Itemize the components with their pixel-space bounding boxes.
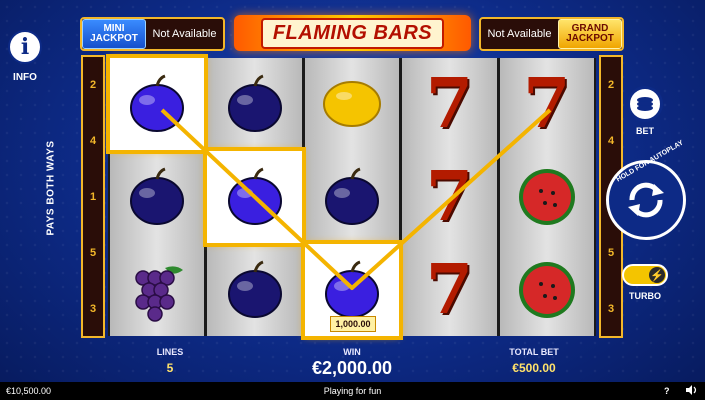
- seven-symbol-icon: 7: [523, 64, 571, 144]
- lines-stat: LINES 5: [140, 347, 200, 375]
- bet-button[interactable]: [627, 86, 663, 122]
- reel-symbol-cell: [305, 58, 399, 150]
- payline-number: 2: [89, 79, 97, 91]
- plum-symbol-icon: [325, 167, 380, 225]
- mini-jackpot-panel: MINI JACKPOT Not Available: [80, 17, 225, 51]
- spin-arrows-icon: [628, 182, 664, 218]
- bet-label: BET: [636, 126, 654, 136]
- win-value: €2,000.00: [311, 358, 393, 378]
- grapes-symbol-icon: [135, 266, 184, 322]
- grand-jackpot-badge: GRAND JACKPOT: [558, 19, 622, 49]
- reel-5: 7: [499, 58, 595, 336]
- reel-symbol-cell: [207, 58, 301, 150]
- reel-symbol-cell: [105, 54, 209, 154]
- reel-3: [300, 58, 404, 340]
- reel-symbol-cell: [500, 244, 594, 336]
- plum-symbol-icon: [325, 260, 380, 318]
- reel-symbol-cell: 7: [402, 58, 496, 150]
- reel-area: 7777: [105, 54, 596, 340]
- payline-column-left: 2 4 1 5 3: [81, 55, 105, 338]
- watermelon-symbol-icon: [518, 169, 575, 225]
- lightning-icon: ⚡: [649, 267, 665, 283]
- payline-number: 3: [607, 303, 615, 315]
- play-mode: Playing for fun: [323, 386, 382, 396]
- reel-symbol-cell: 7: [402, 151, 496, 243]
- win-amount-tag: 1,000.00: [330, 316, 376, 332]
- grand-jackpot-panel: GRAND JACKPOT Not Available: [479, 17, 624, 51]
- stats-bar: LINES 5 WIN €2,000.00 TOTAL BET €500.00: [0, 347, 705, 380]
- payline-number: 2: [607, 79, 615, 91]
- reel-4: 7 7 7: [402, 58, 497, 336]
- total-bet-value: €500.00: [512, 361, 556, 375]
- sound-icon[interactable]: [686, 385, 698, 397]
- plum-symbol-icon: [227, 260, 282, 318]
- info-icon: i: [20, 34, 30, 60]
- lemon-symbol-icon: [323, 81, 382, 127]
- plum-symbol-icon: [130, 167, 185, 225]
- seven-symbol-icon: 7: [425, 157, 474, 237]
- payline-number: 5: [607, 247, 615, 259]
- game-logo: FLAMING BARS: [234, 15, 471, 51]
- mini-jackpot-status: Not Available: [152, 28, 217, 40]
- payline-number: 5: [89, 247, 97, 259]
- payline-number: 1: [89, 191, 97, 203]
- payline-number: 3: [89, 303, 97, 315]
- grand-jackpot-status: Not Available: [487, 28, 552, 40]
- reel-symbol-cell: 7: [500, 58, 594, 150]
- plum-symbol-icon: [130, 74, 185, 132]
- payline-number: 4: [607, 135, 615, 147]
- reel-symbol-cell: [110, 244, 204, 336]
- reel-symbol-cell: [110, 151, 204, 243]
- reel-symbol-cell: 7: [402, 244, 496, 336]
- footer-bar: €10,500.00 Playing for fun ?: [0, 382, 705, 400]
- grand-jackpot-label-2: JACKPOT: [566, 33, 614, 44]
- win-stat: WIN €2,000.00: [290, 347, 414, 379]
- reel-symbol-cell: [305, 151, 399, 243]
- mini-jackpot-badge: MINI JACKPOT: [82, 19, 146, 49]
- mini-jackpot-label-2: JACKPOT: [90, 33, 138, 44]
- coins-icon: [637, 97, 653, 111]
- payline-number: 4: [89, 135, 97, 147]
- reel-symbol-cell: [207, 244, 301, 336]
- turbo-label: TURBO: [629, 291, 661, 301]
- reel-2: [203, 58, 306, 336]
- plum-symbol-icon: [227, 74, 282, 132]
- reel-symbol-cell: [203, 147, 306, 247]
- seven-symbol-icon: 7: [425, 250, 474, 330]
- logo-text: FLAMING BARS: [260, 17, 445, 49]
- pays-both-ways-label: PAYS BOTH WAYS: [45, 140, 57, 236]
- lines-value: 5: [166, 361, 174, 375]
- info-label: INFO: [13, 72, 37, 83]
- spin-button[interactable]: [606, 160, 686, 240]
- watermelon-symbol-icon: [518, 262, 575, 318]
- seven-symbol-icon: 7: [425, 64, 474, 144]
- win-label: WIN: [343, 347, 361, 357]
- reel-symbol-cell: [500, 151, 594, 243]
- help-icon[interactable]: ?: [664, 386, 670, 396]
- plum-symbol-icon: [227, 167, 282, 225]
- lines-label: LINES: [156, 347, 184, 357]
- info-button[interactable]: i: [8, 30, 42, 64]
- reel-1: [105, 54, 209, 336]
- turbo-toggle[interactable]: ⚡: [622, 264, 668, 286]
- total-bet-stat: TOTAL BET €500.00: [490, 347, 578, 375]
- total-bet-label: TOTAL BET: [509, 347, 559, 357]
